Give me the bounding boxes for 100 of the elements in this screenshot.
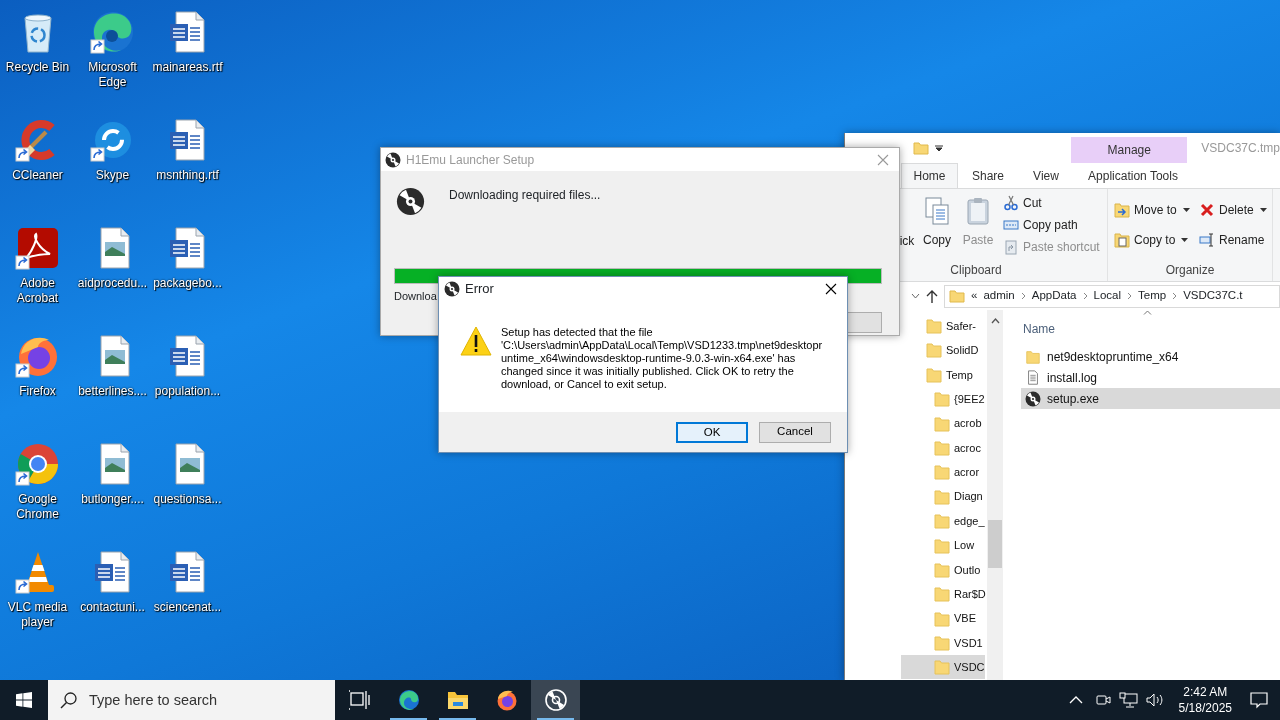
folder-icon (926, 365, 942, 384)
desktop-icon[interactable]: Skype (75, 110, 150, 218)
tree-item[interactable]: Diagn (901, 484, 983, 509)
desktop-icon[interactable]: mainareas.rtf (150, 2, 225, 110)
column-header[interactable]: Name (1023, 320, 1055, 338)
scrollbar-thumb[interactable] (988, 520, 1002, 568)
ribbon-button[interactable]: Move to (1114, 199, 1199, 221)
desktop-icon[interactable]: msnthing.rtf (150, 110, 225, 218)
breadcrumb[interactable]: admin (983, 287, 1015, 305)
folder-icon (934, 560, 950, 579)
file-row[interactable]: setup.exe (1021, 388, 1280, 409)
breadcrumb[interactable]: Temp (1138, 287, 1167, 305)
folder-icon (934, 463, 950, 482)
ribbon-button[interactable]: Rename (1199, 229, 1274, 251)
folder-icon (446, 689, 469, 711)
chevron-up-icon[interactable] (990, 318, 1000, 324)
desktop-icon[interactable]: Google Chrome (0, 434, 75, 542)
scrollbar[interactable] (987, 310, 1003, 680)
up-arrow-icon[interactable] (926, 289, 938, 303)
clock-date[interactable]: 5/18/2025 (1178, 700, 1232, 716)
file-row[interactable]: net9desktopruntime_x64 (1021, 346, 1280, 367)
taskbar-button[interactable] (531, 680, 580, 720)
ribbon-button[interactable]: Copy path (1003, 214, 1100, 236)
volume-icon[interactable] (1144, 692, 1165, 708)
start-icon[interactable] (16, 692, 32, 708)
folder-arrow-icon (1114, 202, 1130, 218)
folder-icon (934, 438, 950, 457)
window-title: VSDC37C.tmp (1201, 140, 1280, 157)
tree-item[interactable]: acror (901, 460, 980, 485)
scissors-icon (1003, 195, 1019, 211)
group-label: Organize (1164, 262, 1216, 279)
chevron-down-icon[interactable] (911, 293, 920, 299)
breadcrumb[interactable]: Local (1093, 287, 1121, 305)
desktop-icon[interactable]: contactuni... (75, 542, 150, 650)
address-bar[interactable]: « admin AppData Local Temp VSDC37C.t (944, 284, 1280, 308)
chevron-right-icon (1082, 292, 1088, 300)
ribbon-tab[interactable]: View (1018, 163, 1074, 188)
ribbon-tab[interactable]: Application Tools (1074, 163, 1192, 188)
desktop-icon[interactable]: packagebo... (150, 218, 225, 326)
tree-item[interactable]: {9EE2 (901, 387, 985, 412)
file-row[interactable]: install.log (1021, 367, 1280, 388)
tree-item[interactable]: Temp (901, 362, 973, 387)
caret-icon (1182, 208, 1190, 212)
desktop-icon[interactable]: population... (150, 326, 225, 434)
path-icon (1003, 217, 1019, 233)
desktop-icon[interactable]: Recycle Bin (0, 2, 75, 110)
clock-time[interactable]: 2:42 AM (1183, 684, 1228, 700)
chevron-right-icon (1020, 292, 1026, 300)
tree-item[interactable]: VSD1 (901, 631, 983, 656)
fox-icon (495, 689, 518, 711)
breadcrumb[interactable]: AppData (1031, 287, 1077, 305)
search-box[interactable]: Type here to search (48, 680, 335, 720)
notification-icon[interactable] (1250, 691, 1268, 709)
ribbon-button[interactable]: Cut (1003, 192, 1100, 214)
group-label: Clipboard (949, 262, 1003, 279)
camera-icon[interactable] (1094, 692, 1113, 708)
desktop-icon[interactable]: Adobe Acrobat (0, 218, 75, 326)
tree-item[interactable]: SolidD (901, 338, 979, 363)
ribbon-tab[interactable]: Share (958, 163, 1018, 188)
delete-icon (1199, 202, 1215, 218)
ribbon-button[interactable]: Copy (917, 189, 957, 261)
tree-item[interactable]: edge_ (901, 509, 985, 534)
desktop-icon[interactable]: Microsoft Edge (75, 2, 150, 110)
tree-item[interactable]: VSDC (901, 655, 985, 680)
dialog-button[interactable]: Cancel (759, 421, 831, 443)
ribbon-button[interactable]: Delete (1199, 199, 1274, 221)
close-icon[interactable] (825, 283, 837, 295)
desktop-icon[interactable]: butlonger.... (75, 434, 150, 542)
desktop-icon[interactable]: aidprocedu... (75, 218, 150, 326)
tree-item[interactable]: acrob (901, 411, 982, 436)
tree-item[interactable]: acroc (901, 435, 981, 460)
folder-icon (934, 634, 950, 653)
folder-page-icon (1114, 232, 1130, 248)
folder-icon (926, 341, 942, 360)
tree-item[interactable]: Outlo (901, 557, 981, 582)
tree-item[interactable]: Safer- (901, 314, 976, 338)
desktop-icon[interactable]: questionsa... (150, 434, 225, 542)
desktop-icon[interactable]: Firefox (0, 326, 75, 434)
folder-icon (1025, 348, 1041, 365)
caret-icon (1181, 238, 1189, 242)
caret-icon (1259, 208, 1267, 212)
ribbon-tab[interactable]: Home (901, 163, 958, 188)
desktop-icon[interactable]: sciencenat... (150, 542, 225, 650)
tree-item[interactable]: Rar$D (901, 582, 986, 607)
ribbon-button[interactable]: Copy to (1114, 229, 1199, 251)
desktop-icon[interactable]: CCleaner (0, 110, 75, 218)
folder-icon (934, 536, 950, 555)
desktop-icon[interactable]: VLC media player (0, 542, 75, 650)
breadcrumb[interactable]: VSDC37C.t (1183, 287, 1243, 305)
tree-item[interactable]: VBE (901, 606, 976, 631)
dialog-button[interactable]: OK (676, 421, 748, 443)
dropdown-icon[interactable] (935, 144, 943, 152)
ribbon-button[interactable]: ick (897, 189, 917, 261)
status-message: Downloading required files... (449, 187, 601, 204)
clipboard-icon (1003, 239, 1019, 255)
desktop-icon[interactable]: betterlines.... (75, 326, 150, 434)
overflow-chevron[interactable]: « (971, 287, 978, 305)
network-icon[interactable] (1118, 692, 1139, 708)
chevron-right-icon (1172, 292, 1178, 300)
tree-item[interactable]: Low (901, 533, 975, 558)
